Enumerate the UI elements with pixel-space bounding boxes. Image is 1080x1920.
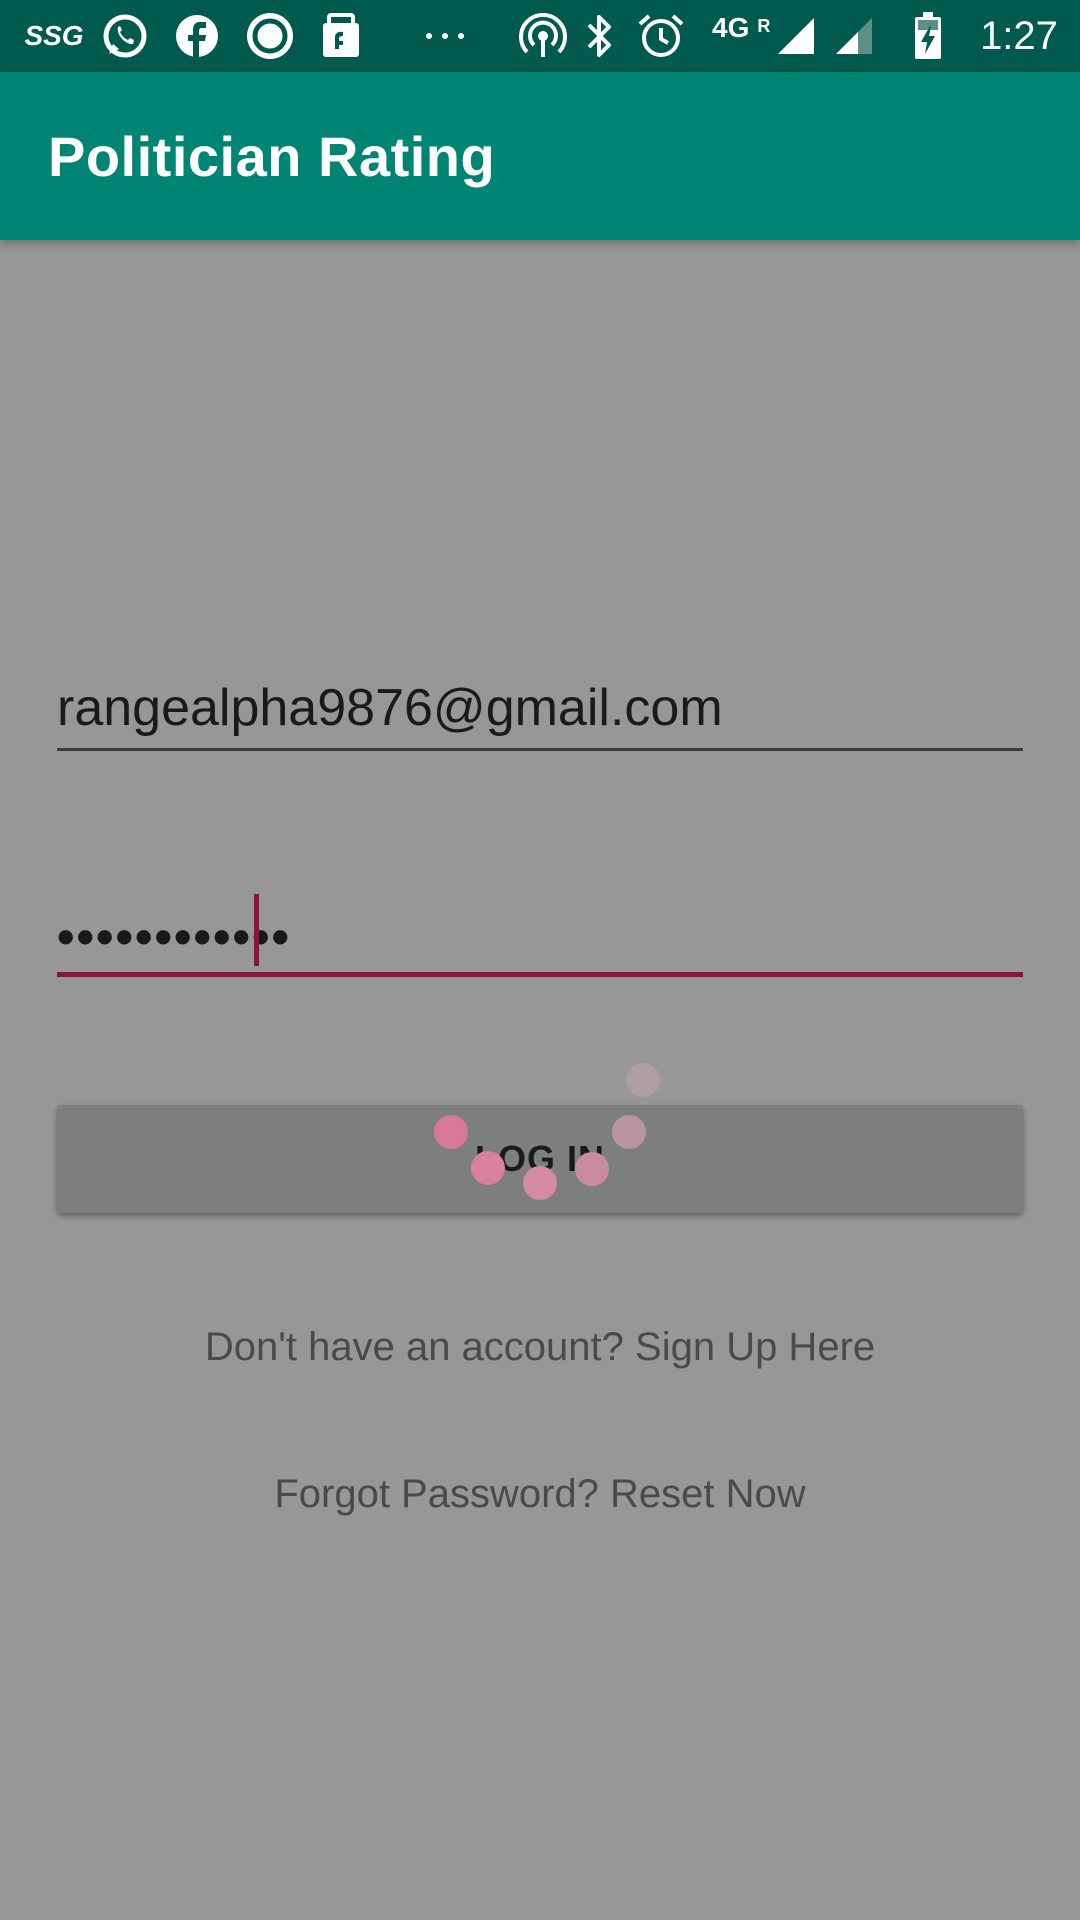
ssg-icon: SSG bbox=[24, 0, 84, 72]
signup-link[interactable]: Don't have an account? Sign Up Here bbox=[0, 1325, 1080, 1370]
more-dots-icon bbox=[420, 0, 470, 72]
network-label: 4G R bbox=[712, 0, 770, 72]
status-bar: SSG 4G R 1:27 bbox=[0, 0, 1080, 72]
circle-app-icon bbox=[244, 0, 296, 72]
password-field[interactable]: •••••••••••• bbox=[57, 880, 1023, 977]
battery-charging-icon bbox=[910, 0, 946, 72]
clock: 1:27 bbox=[964, 0, 1074, 72]
facebook-icon bbox=[172, 0, 222, 72]
roaming-indicator-text: R bbox=[757, 16, 771, 36]
shopping-bag-icon bbox=[318, 0, 364, 72]
alarm-icon bbox=[636, 0, 686, 72]
email-value: rangealpha9876@gmail.com bbox=[57, 679, 723, 737]
login-button-label: LOG IN bbox=[475, 1138, 605, 1179]
whatsapp-icon bbox=[100, 0, 150, 72]
hotspot-icon bbox=[516, 0, 570, 72]
text-cursor bbox=[254, 894, 259, 966]
bluetooth-icon bbox=[580, 0, 620, 72]
reset-password-link[interactable]: Forgot Password? Reset Now bbox=[0, 1472, 1080, 1517]
email-field[interactable]: rangealpha9876@gmail.com bbox=[57, 660, 1023, 751]
login-button[interactable]: LOG IN bbox=[57, 1105, 1023, 1213]
network-type-text: 4G bbox=[712, 12, 750, 43]
signal-icon-2 bbox=[834, 0, 874, 72]
carrier-logo-text: SSG bbox=[24, 20, 84, 51]
app-title: Politician Rating bbox=[48, 125, 496, 188]
clock-text: 1:27 bbox=[980, 13, 1058, 58]
app-bar: Politician Rating bbox=[0, 72, 1080, 240]
spinner-dot bbox=[626, 1063, 660, 1097]
signal-icon bbox=[776, 0, 816, 72]
